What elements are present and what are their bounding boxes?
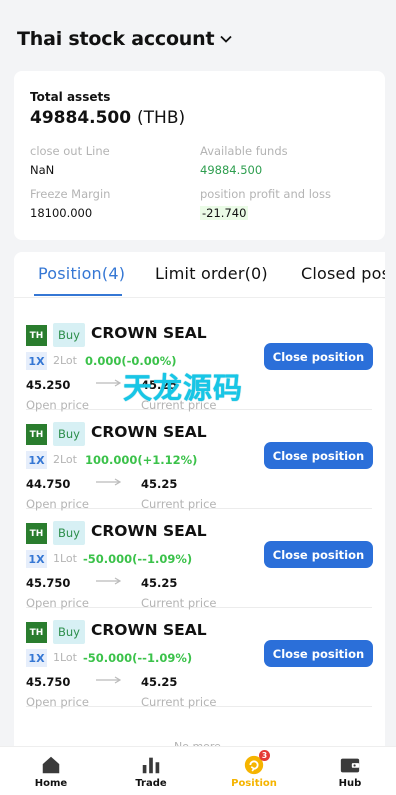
leverage-badge: 1X: [26, 649, 47, 667]
tab-position[interactable]: Position(4): [38, 264, 125, 283]
position-item: TH Buy CROWN SEAL 1X 2Lot 100.000(+1.12%…: [26, 410, 373, 511]
total-assets-value: 49884.500 (THB): [30, 108, 186, 128]
side-badge: Buy: [53, 620, 85, 644]
lot-count: 1Lot: [53, 552, 77, 565]
account-selector[interactable]: Thai stock account: [17, 28, 234, 50]
market-badge: TH: [26, 523, 47, 544]
arrow-right-icon: [96, 577, 122, 585]
side-badge: Buy: [53, 422, 85, 446]
leverage-badge: 1X: [26, 550, 47, 568]
position-pnl: 100.000(+1.12%): [85, 453, 198, 467]
chart-bars-icon: [142, 757, 160, 774]
nav-home[interactable]: Home: [11, 747, 91, 795]
position-profit-loss: position profit and loss -21.740: [200, 187, 331, 220]
nav-trade[interactable]: Trade: [111, 747, 191, 795]
close-position-button[interactable]: Close position: [264, 541, 373, 568]
positions-panel: Position(4) Limit order(0) Closed positi…: [14, 252, 385, 795]
stock-name: CROWN SEAL: [91, 423, 207, 441]
freeze-margin: Freeze Margin 18100.000: [30, 187, 111, 220]
market-badge: TH: [26, 424, 47, 445]
lot-count: 2Lot: [53, 354, 77, 367]
arrow-right-icon: [96, 676, 122, 684]
side-badge: Buy: [53, 323, 85, 347]
stock-name: CROWN SEAL: [91, 621, 207, 639]
current-price-value: 45.25: [141, 675, 178, 689]
open-price-value: 44.750: [26, 477, 71, 491]
close-position-button[interactable]: Close position: [264, 343, 373, 370]
close-position-button[interactable]: Close position: [264, 442, 373, 469]
lot-count: 1Lot: [53, 651, 77, 664]
page-title: Thai stock account: [17, 28, 215, 50]
tab-closed-position[interactable]: Closed position: [301, 264, 385, 283]
home-icon: [42, 756, 60, 774]
leverage-badge: 1X: [26, 451, 47, 469]
watermark: 天龙源码: [123, 371, 244, 405]
tab-limit-order[interactable]: Limit order(0): [155, 264, 268, 283]
account-summary-card: Total assets 49884.500 (THB) close out L…: [14, 71, 385, 240]
close-position-button[interactable]: Close position: [264, 640, 373, 667]
current-price-value: 45.25: [141, 477, 178, 491]
bottom-nav: Home Trade Position 3 Hub: [0, 746, 396, 795]
stock-name: CROWN SEAL: [91, 522, 207, 540]
arrow-right-icon: [96, 478, 122, 486]
tab-bar: Position(4) Limit order(0) Closed positi…: [14, 252, 385, 298]
open-price-value: 45.250: [26, 378, 71, 392]
nav-hub[interactable]: Hub: [310, 747, 390, 795]
position-item: TH Buy CROWN SEAL 1X 1Lot -50.000(--1.09…: [26, 509, 373, 610]
closeout-line: close out Line NaN: [30, 144, 110, 177]
chevron-down-icon: [220, 35, 232, 43]
stock-name: CROWN SEAL: [91, 324, 207, 342]
nav-position[interactable]: Position 3: [214, 747, 294, 795]
current-price-label: Current price: [141, 695, 217, 709]
available-funds: Available funds 49884.500: [200, 144, 288, 177]
current-price-value: 45.25: [141, 576, 178, 590]
total-assets-label: Total assets: [30, 90, 111, 104]
leverage-badge: 1X: [26, 352, 47, 370]
position-pnl: -50.000(--1.09%): [83, 552, 193, 566]
market-badge: TH: [26, 325, 47, 346]
active-tab-indicator: [34, 294, 122, 296]
open-price-value: 45.750: [26, 576, 71, 590]
open-price-label: Open price: [26, 695, 89, 709]
lot-count: 2Lot: [53, 453, 77, 466]
notification-badge: 3: [259, 750, 270, 761]
open-price-value: 45.750: [26, 675, 71, 689]
wallet-icon: [340, 758, 360, 773]
market-badge: TH: [26, 622, 47, 643]
arrow-right-icon: [96, 379, 122, 387]
position-item: TH Buy CROWN SEAL 1X 1Lot -50.000(--1.09…: [26, 608, 373, 709]
side-badge: Buy: [53, 521, 85, 545]
position-pnl: -50.000(--1.09%): [83, 651, 193, 665]
